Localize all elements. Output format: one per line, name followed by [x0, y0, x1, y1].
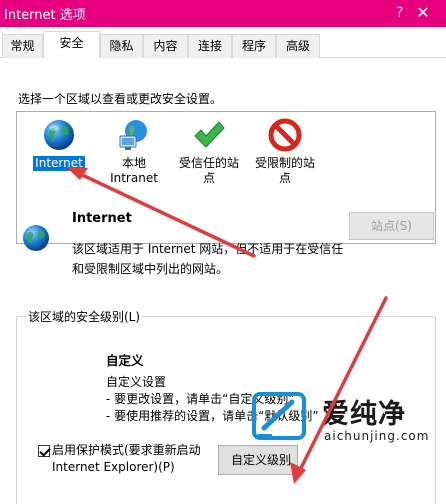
tab-content[interactable]: 内容 — [143, 34, 188, 58]
protected-mode-checkbox[interactable] — [38, 445, 50, 457]
checkmark-icon — [194, 121, 225, 148]
tab-privacy[interactable]: 隐私 — [100, 34, 143, 58]
window-title: Internet 选项 — [4, 8, 86, 23]
globe-icon — [23, 225, 49, 251]
zone-title: Internet — [72, 211, 132, 226]
security-level-name: 自定义 — [106, 353, 144, 368]
watermark-name: 爱纯净 — [322, 399, 406, 430]
zone-description: 该区域适用于 Internet 网站，但不适用于在受信任 和受限制区域中列出的网… — [72, 239, 347, 279]
tab-connections[interactable]: 连接 — [188, 34, 232, 58]
zone-description-line: 和受限制区域中列出的网站。 — [72, 262, 229, 276]
tab-strip: 常规 安全 隐私 内容 连接 程序 高级 — [0, 27, 446, 59]
zone-restricted-sites[interactable]: 受限制的站 点 — [243, 117, 327, 186]
custom-level-button[interactable]: 自定义级别(C)... — [218, 445, 298, 475]
protected-mode-label-line: 启用保护模式(要求重新启动 — [52, 443, 201, 457]
tab-programs[interactable]: 程序 — [232, 34, 276, 58]
zone-trusted-sites[interactable]: 受信任的站 点 — [167, 117, 251, 186]
zone-label-line2: 点 — [202, 171, 215, 185]
zone-local-intranet[interactable]: 本地 Intranet — [92, 117, 176, 186]
zone-instruction: 选择一个区域以查看或更改安全设置。 — [18, 92, 223, 106]
zone-label: 受信任的站 — [178, 156, 239, 170]
zone-label-line2: Intranet — [110, 171, 158, 185]
intranet-icon — [119, 120, 147, 150]
security-level-legend: 该区域的安全级别(L) — [26, 308, 143, 325]
zone-description-line: 该区域适用于 Internet 网站，但不适用于在受信任 — [72, 242, 344, 256]
globe-icon — [44, 120, 74, 150]
tab-general[interactable]: 常规 — [2, 34, 43, 58]
zone-label: 本地 — [121, 156, 146, 170]
zone-internet[interactable]: Internet — [17, 117, 101, 171]
title-bar: Internet 选项 ? ✕ — [0, 0, 446, 27]
prohibited-icon — [268, 118, 302, 152]
tab-advanced[interactable]: 高级 — [276, 34, 320, 58]
protected-mode-label: 启用保护模式(要求重新启动 Internet Explorer)(P) — [52, 442, 242, 476]
site-watermark: 爱纯净 aichunjing.com — [252, 390, 442, 446]
watermark-url: aichunjing.com — [324, 429, 430, 443]
watermark-logo-icon — [252, 392, 306, 440]
protected-mode-label-line: Internet Explorer)(P) — [52, 460, 175, 474]
level-detail-line: 自定义设置 — [106, 375, 167, 389]
close-button[interactable]: ✕ — [400, 0, 446, 27]
sites-button[interactable]: 站点(S) — [349, 212, 434, 240]
zone-label: Internet — [33, 156, 85, 171]
zone-label-line2: 点 — [278, 171, 291, 185]
tab-security[interactable]: 安全 — [43, 31, 100, 59]
zone-label: 受限制的站 — [254, 156, 315, 170]
